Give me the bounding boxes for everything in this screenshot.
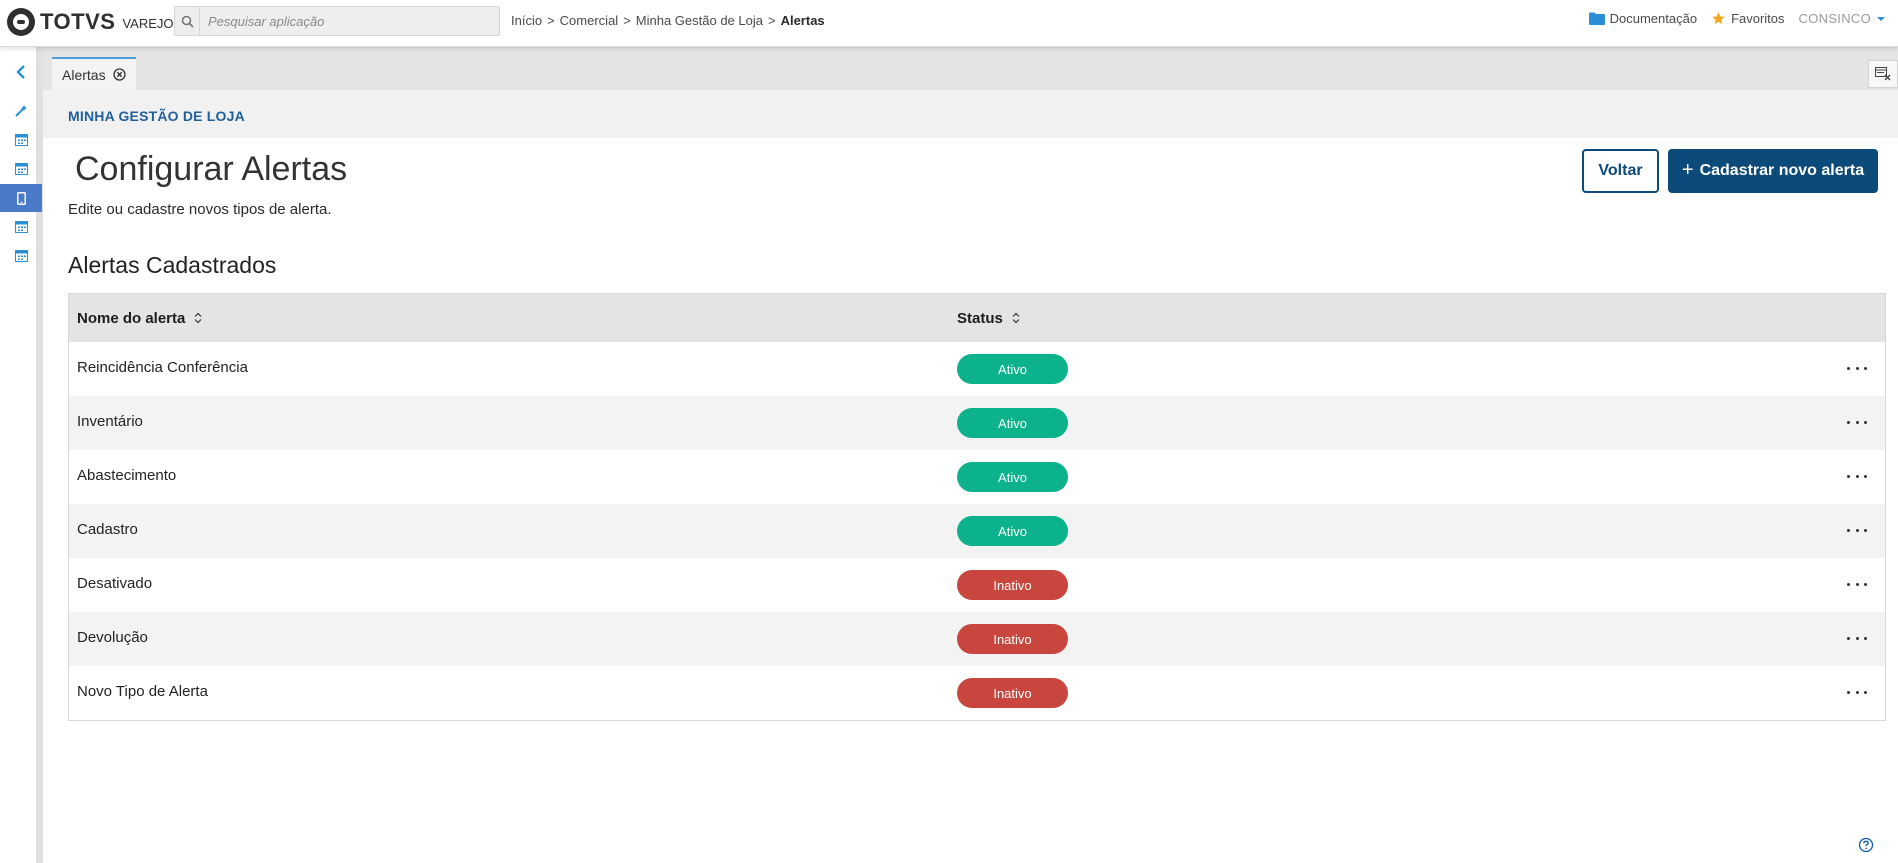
alert-name: Devolução	[77, 629, 148, 646]
main-content: Alertas MINHA GESTÃO DE LOJA Configurar …	[43, 47, 1898, 863]
more-actions-icon[interactable]	[1847, 576, 1867, 592]
alert-name: Desativado	[77, 575, 153, 592]
alert-name: Reincidência Conferência	[77, 359, 248, 376]
tab-label: Alertas	[62, 66, 106, 83]
alert-name: Novo Tipo de Alerta	[77, 683, 208, 700]
status-badge: Inativo	[957, 624, 1068, 654]
documentation-link[interactable]: Documentação	[1588, 11, 1698, 26]
column-header-status[interactable]: Status	[957, 294, 1020, 342]
collapse-sidebar-button[interactable]	[0, 58, 42, 86]
close-circle-icon	[112, 68, 126, 81]
plus-icon: +	[1681, 158, 1694, 181]
table-row[interactable]: Novo Tipo de Alerta Inativo	[69, 666, 1885, 720]
wand-icon	[15, 105, 27, 117]
sidebar-item-tools[interactable]	[0, 97, 42, 125]
more-actions-icon[interactable]	[1847, 414, 1867, 430]
table-body: Reincidência Conferência Ativo Inventári…	[69, 342, 1885, 720]
table-row[interactable]: Inventário Ativo	[69, 396, 1885, 450]
close-windows-icon	[1875, 67, 1891, 81]
calendar-icon	[14, 250, 28, 262]
more-actions-icon[interactable]	[1847, 684, 1867, 700]
user-menu[interactable]: CONSINCO	[1799, 11, 1886, 26]
table-header: Nome do alerta Status	[69, 294, 1885, 342]
status-badge: Ativo	[957, 516, 1068, 546]
section-title: MINHA GESTÃO DE LOJA	[68, 108, 245, 124]
calendar-icon	[14, 163, 28, 175]
favorites-link[interactable]: Favoritos	[1711, 11, 1785, 26]
documentation-label: Documentação	[1609, 11, 1698, 26]
new-alert-label: Cadastrar novo alerta	[1699, 162, 1865, 179]
alert-name: Abastecimento	[77, 467, 177, 484]
breadcrumb-separator: >	[767, 13, 776, 28]
help-button[interactable]	[1858, 837, 1874, 853]
close-all-tabs-button[interactable]	[1868, 60, 1898, 88]
status-badge: Inativo	[957, 570, 1068, 600]
tab-alertas[interactable]: Alertas	[52, 57, 136, 90]
column-header-name[interactable]: Nome do alerta	[77, 294, 202, 342]
top-right-menu: Documentação Favoritos CONSINCO	[1575, 11, 1886, 26]
table-row[interactable]: Desativado Inativo	[69, 558, 1885, 612]
sidebar-item-app-4[interactable]	[0, 242, 42, 270]
breadcrumb-item-gestao-loja[interactable]: Minha Gestão de Loja	[636, 13, 763, 28]
favorites-label: Favoritos	[1731, 11, 1785, 26]
sidebar-item-app-3[interactable]	[0, 213, 42, 241]
list-title: Alertas Cadastrados	[68, 252, 277, 278]
calendar-icon	[14, 221, 28, 233]
back-button[interactable]: Voltar	[1582, 149, 1659, 193]
breadcrumb-current: Alertas	[780, 13, 825, 28]
breadcrumb-separator: >	[547, 13, 555, 28]
breadcrumb-item-comercial[interactable]: Comercial	[560, 13, 619, 28]
search-input[interactable]	[200, 7, 499, 35]
breadcrumb: Início > Comercial > Minha Gestão de Loj…	[511, 13, 825, 28]
table-row[interactable]: Abastecimento Ativo	[69, 450, 1885, 504]
status-badge: Ativo	[957, 354, 1068, 384]
left-sidebar	[0, 47, 43, 863]
sort-icon	[1012, 312, 1020, 324]
section-header: MINHA GESTÃO DE LOJA	[43, 90, 1898, 138]
table-row[interactable]: Devolução Inativo	[69, 612, 1885, 666]
column-label-status: Status	[957, 309, 1003, 327]
table-row[interactable]: Cadastro Ativo	[69, 504, 1885, 558]
alert-name: Inventário	[77, 413, 143, 430]
search-box	[174, 6, 500, 36]
chevron-left-icon	[16, 65, 25, 79]
sidebar-item-mobile[interactable]	[0, 184, 42, 212]
column-label-name: Nome do alerta	[77, 309, 186, 327]
breadcrumb-separator: >	[623, 13, 631, 28]
folder-icon	[1588, 12, 1605, 25]
status-badge: Ativo	[957, 408, 1068, 438]
mobile-icon	[16, 191, 26, 205]
alerts-table: Nome do alerta Status Reincidência Confe…	[68, 293, 1886, 721]
star-icon	[1712, 12, 1725, 25]
more-actions-icon[interactable]	[1847, 468, 1867, 484]
calendar-icon	[14, 134, 28, 146]
brand-product: VAREJO	[122, 15, 174, 31]
sidebar-item-app-2[interactable]	[0, 155, 42, 183]
totvs-logo-icon	[7, 8, 35, 36]
logo[interactable]: TOTVS VAREJO	[7, 8, 174, 36]
breadcrumb-item-inicio[interactable]: Início	[511, 13, 542, 28]
help-icon	[1858, 837, 1874, 853]
tab-strip: Alertas	[43, 47, 1898, 90]
more-actions-icon[interactable]	[1847, 522, 1867, 538]
status-badge: Inativo	[957, 678, 1068, 708]
brand-name: TOTVS	[40, 9, 116, 34]
sidebar-item-app-1[interactable]	[0, 126, 42, 154]
search-icon	[175, 7, 200, 35]
sort-icon	[194, 312, 202, 324]
new-alert-button[interactable]: + Cadastrar novo alerta	[1668, 149, 1878, 193]
user-name: CONSINCO	[1798, 11, 1871, 26]
top-bar: TOTVS VAREJO Início > Comercial > Minha …	[0, 0, 1898, 47]
status-badge: Ativo	[957, 462, 1068, 492]
alert-name: Cadastro	[77, 521, 138, 538]
page-subtitle: Edite ou cadastre novos tipos de alerta.	[68, 201, 332, 218]
table-row[interactable]: Reincidência Conferência Ativo	[69, 342, 1885, 396]
caret-down-icon	[1877, 16, 1885, 21]
page-title: Configurar Alertas	[75, 150, 348, 188]
close-tab-button[interactable]	[112, 68, 126, 81]
more-actions-icon[interactable]	[1847, 630, 1867, 646]
more-actions-icon[interactable]	[1847, 360, 1867, 376]
